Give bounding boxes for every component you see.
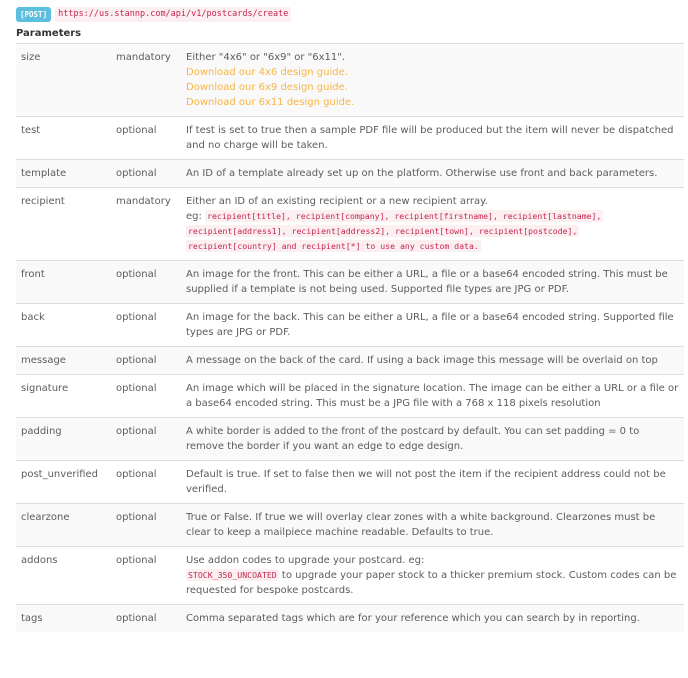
- param-name: tags: [21, 613, 43, 624]
- table-row: clearzone optional True or False. If tru…: [16, 503, 684, 547]
- param-description: An image which will be placed in the sig…: [186, 383, 679, 409]
- table-row: front optional An image for the front. T…: [16, 260, 684, 304]
- table-row: signature optional An image which will b…: [16, 374, 684, 418]
- endpoint-url: https://us.stannp.com/api/v1/postcards/c…: [55, 6, 292, 22]
- endpoint-line: [POST] https://us.stannp.com/api/v1/post…: [16, 6, 684, 22]
- download-6x9-guide-link[interactable]: Download our 6x9 design guide.: [186, 80, 679, 95]
- param-description: An image for the front. This can be eith…: [186, 269, 668, 295]
- table-row: message optional A message on the back o…: [16, 346, 684, 375]
- method-badge: [POST]: [16, 6, 52, 22]
- param-description: Either an ID of an existing recipient or…: [181, 188, 684, 261]
- download-4x6-guide-link[interactable]: Download our 4x6 design guide.: [186, 65, 679, 80]
- table-row: test optional If test is set to true the…: [16, 116, 684, 160]
- param-description: If test is set to true then a sample PDF…: [186, 125, 674, 151]
- param-description: Comma separated tags which are for your …: [186, 613, 640, 624]
- param-description: Use addon codes to upgrade your postcard…: [181, 547, 684, 605]
- description-text: Either an ID of an existing recipient or…: [186, 196, 488, 207]
- table-row: tags optional Comma separated tags which…: [16, 604, 684, 632]
- param-requirement: optional: [116, 168, 157, 179]
- param-name: padding: [21, 426, 62, 437]
- code-snippet: recipient[country] and recipient[*] to u…: [186, 240, 481, 252]
- parameters-table: size mandatory Either "4x6" or "6x9" or …: [16, 43, 684, 632]
- code-snippet: STOCK_350_UNCOATED: [186, 569, 279, 581]
- code-snippet: recipient[address1], recipient[address2]…: [186, 225, 580, 237]
- example-prefix: eg:: [186, 211, 202, 222]
- param-description: Default is true. If set to false then we…: [186, 469, 666, 495]
- param-requirement: mandatory: [116, 196, 171, 207]
- param-requirement: optional: [116, 469, 157, 480]
- section-title: Parameters: [16, 28, 82, 39]
- param-requirement: optional: [116, 355, 157, 366]
- param-name: recipient: [21, 196, 65, 207]
- download-6x11-guide-link[interactable]: Download our 6x11 design guide.: [186, 95, 679, 110]
- param-name: template: [21, 168, 67, 179]
- param-requirement: optional: [116, 613, 157, 624]
- param-name: message: [21, 355, 66, 366]
- param-name: post_unverified: [21, 469, 99, 480]
- table-row: recipient mandatory Either an ID of an e…: [16, 187, 684, 261]
- param-requirement: optional: [116, 512, 157, 523]
- param-requirement: optional: [116, 269, 157, 280]
- param-requirement: optional: [116, 383, 157, 394]
- table-row: addons optional Use addon codes to upgra…: [16, 546, 684, 605]
- table-row: size mandatory Either "4x6" or "6x9" or …: [16, 43, 684, 117]
- param-requirement: mandatory: [116, 52, 171, 63]
- param-name: front: [21, 269, 45, 280]
- param-description: An ID of a template already set up on th…: [186, 168, 658, 179]
- param-name: addons: [21, 555, 58, 566]
- param-requirement: optional: [116, 426, 157, 437]
- table-row: post_unverified optional Default is true…: [16, 460, 684, 504]
- param-description: Either "4x6" or "6x9" or "6x11". Downloa…: [181, 44, 684, 117]
- param-description: An image for the back. This can be eithe…: [186, 312, 674, 338]
- param-requirement: optional: [116, 312, 157, 323]
- table-row: back optional An image for the back. Thi…: [16, 303, 684, 347]
- param-name: signature: [21, 383, 69, 394]
- param-description: A white border is added to the front of …: [186, 426, 640, 452]
- description-text: Either "4x6" or "6x9" or "6x11".: [186, 52, 346, 63]
- param-name: test: [21, 125, 41, 136]
- description-text: Use addon codes to upgrade your postcard…: [186, 555, 425, 566]
- param-name: clearzone: [21, 512, 70, 523]
- param-description: True or False. If true we will overlay c…: [186, 512, 656, 538]
- api-doc: [POST] https://us.stannp.com/api/v1/post…: [16, 6, 684, 632]
- param-requirement: optional: [116, 125, 157, 136]
- param-name: size: [21, 52, 41, 63]
- param-description: A message on the back of the card. If us…: [186, 355, 658, 366]
- table-row: padding optional A white border is added…: [16, 417, 684, 461]
- param-name: back: [21, 312, 45, 323]
- param-requirement: optional: [116, 555, 157, 566]
- table-row: template optional An ID of a template al…: [16, 159, 684, 188]
- code-snippet: recipient[title], recipient[company], re…: [205, 210, 604, 222]
